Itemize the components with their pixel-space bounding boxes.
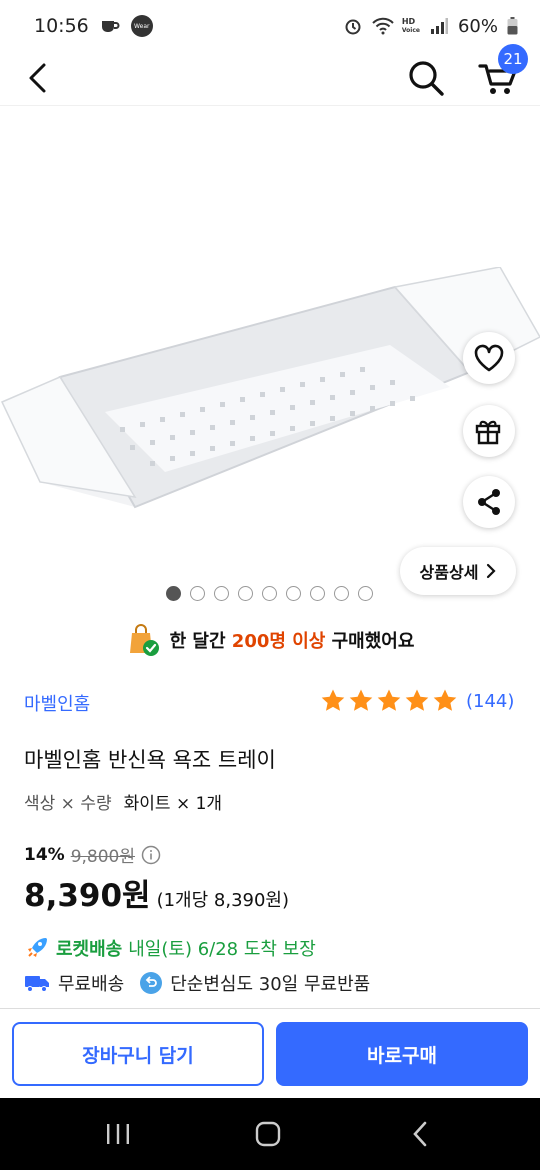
- rocket-icon: [28, 938, 47, 957]
- discount-rate: 14%: [24, 844, 65, 865]
- back-button[interactable]: [18, 58, 58, 98]
- home-button[interactable]: [248, 1116, 288, 1152]
- coffee-icon: [99, 17, 121, 35]
- voice-label: Voice: [401, 27, 420, 34]
- pager-dot[interactable]: [190, 586, 205, 601]
- free-shipping: 무료배송: [58, 974, 125, 995]
- signal-icon: [428, 17, 450, 35]
- pager-dot[interactable]: [262, 586, 277, 601]
- price-row: 8,390원 (1개당 8,390원): [24, 870, 289, 915]
- pager-dot[interactable]: [214, 586, 229, 601]
- back-icon: [29, 63, 46, 93]
- status-bar: 10:56 Wear HD Voice 60%: [0, 0, 540, 52]
- truck-icon: [25, 976, 49, 992]
- bottom-action-bar: 장바구니 담기 바로구매: [0, 1008, 540, 1098]
- system-nav-bar: [0, 1098, 540, 1170]
- search-button[interactable]: [404, 56, 448, 100]
- pager-dot[interactable]: [310, 586, 325, 601]
- star-icon: [321, 689, 345, 711]
- unit-price: (1개당 8,390원): [156, 890, 290, 911]
- pager-dot[interactable]: [238, 586, 253, 601]
- pager-dot[interactable]: [166, 586, 181, 601]
- wifi-icon: [372, 17, 394, 35]
- purchase-count-highlight: 200명 이상: [231, 631, 326, 652]
- rocket-arrival: 내일(토) 6/28 도착 보장: [128, 939, 316, 960]
- pager-dot[interactable]: [358, 586, 373, 601]
- share-button[interactable]: [463, 476, 515, 528]
- star-icon: [405, 689, 429, 711]
- option-value: 화이트 × 1개: [123, 794, 223, 814]
- return-icon: [140, 972, 163, 994]
- pager-dot[interactable]: [334, 586, 349, 601]
- pager-dot[interactable]: [286, 586, 301, 601]
- product-image-area[interactable]: 상품상세: [0, 107, 540, 607]
- free-return: 단순변심도 30일 무료반품: [170, 974, 371, 995]
- recent-apps-button[interactable]: [98, 1116, 138, 1152]
- brand-link[interactable]: 마벨인홈: [24, 690, 90, 716]
- shipping-info: 무료배송 단순변심도 30일 무료반품: [24, 970, 370, 996]
- rocket-label: 로켓배송: [56, 939, 123, 960]
- selected-option[interactable]: 색상 × 수량 화이트 × 1개: [24, 789, 222, 814]
- back-arrow-icon: [413, 1121, 427, 1147]
- app-bar: [0, 52, 540, 106]
- wear-label: Wear: [134, 22, 150, 30]
- add-to-cart-button[interactable]: 장바구니 담기: [12, 1022, 264, 1086]
- product-title: 마벨인홈 반신욕 욕조 트레이: [24, 748, 276, 772]
- star-icon: [433, 689, 457, 711]
- original-price: 9,800원: [70, 847, 136, 867]
- like-button[interactable]: [463, 332, 515, 384]
- product-detail-label: 상품상세: [419, 563, 479, 582]
- hd-label: HD: [401, 17, 416, 26]
- heart-icon: [474, 344, 504, 372]
- rocket-delivery: 로켓배송 내일(토) 6/28 도착 보장: [24, 935, 316, 961]
- purchase-count-banner: 한 달간 200명 이상 구매했어요: [0, 620, 540, 660]
- purchase-count-prefix: 한 달간: [169, 631, 226, 652]
- system-back-button[interactable]: [400, 1116, 440, 1152]
- recent-apps-icon: [107, 1124, 129, 1144]
- star-icon: [377, 689, 401, 711]
- search-icon: [409, 61, 444, 96]
- share-icon: [478, 489, 500, 515]
- product-image: [0, 267, 540, 509]
- sale-price: 8,390원: [24, 878, 151, 914]
- image-pager-dots[interactable]: [166, 586, 373, 601]
- hd-voice-icon: HD Voice: [402, 17, 420, 35]
- info-icon[interactable]: [141, 845, 161, 865]
- gift-icon: [475, 420, 501, 445]
- buy-now-button[interactable]: 바로구매: [276, 1022, 528, 1086]
- option-label: 색상 × 수량: [24, 794, 112, 814]
- star-icon: [349, 689, 373, 711]
- purchase-count-suffix: 구매했어요: [331, 631, 415, 652]
- chevron-right-icon: [487, 563, 496, 579]
- discount-row: 14% 9,800원: [24, 842, 161, 867]
- rating[interactable]: (144): [320, 688, 514, 714]
- battery-icon: [506, 17, 518, 35]
- status-time: 10:56: [34, 15, 89, 37]
- gift-button[interactable]: [463, 405, 515, 457]
- cart-count-badge: 21: [498, 44, 528, 74]
- shopping-bag-icon: [129, 624, 159, 656]
- alarm-icon: [342, 17, 364, 35]
- battery-level: 60%: [457, 15, 498, 37]
- product-detail-button[interactable]: 상품상세: [400, 547, 516, 595]
- home-icon: [255, 1121, 281, 1147]
- wear-icon: Wear: [130, 15, 153, 37]
- review-count[interactable]: (144): [466, 691, 514, 712]
